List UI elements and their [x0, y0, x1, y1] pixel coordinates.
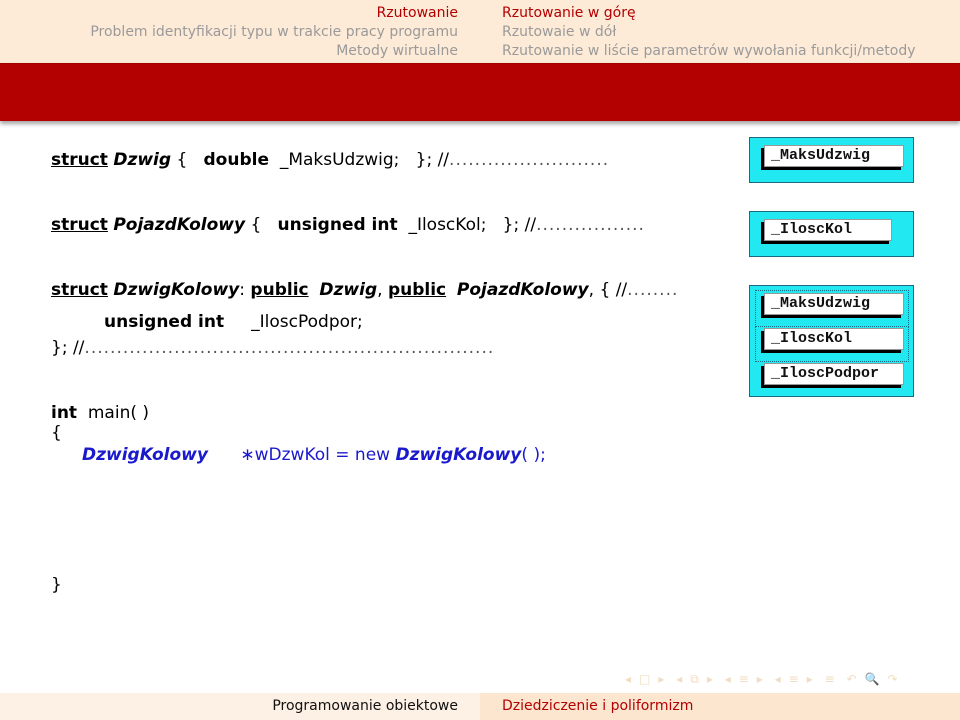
prev-section-icon[interactable]: ◂ [775, 672, 781, 686]
nav-subsection-w-gore[interactable]: Rzutowanie w górę [502, 4, 916, 23]
nav-subsection-w-dol[interactable]: Rzutowaie w dół [502, 23, 916, 42]
member-name: _MaksUdzwig; [279, 150, 400, 170]
keyword-struct: struct [51, 280, 108, 300]
footer-left: Programowanie obiektowe [0, 693, 480, 720]
nav-section-metody-wirtualne[interactable]: Metody wirtualne [90, 42, 458, 61]
member-type: double [203, 150, 269, 170]
next-section-icon[interactable]: ▸ [807, 672, 813, 686]
diagram-dzwig-kolowy: _MaksUdzwig _IloscKol _IloscPodpor [749, 285, 914, 397]
leader-dots: ................. [536, 215, 645, 235]
next-subsection-icon[interactable]: ▸ [757, 672, 763, 686]
colon: : [239, 280, 246, 300]
back-icon[interactable]: ↶ [847, 672, 857, 686]
title-bar [0, 63, 960, 121]
keyword-public: public [387, 280, 447, 300]
base-class: PojazdKolowy [456, 280, 589, 300]
forward-icon[interactable]: ↷ [888, 672, 898, 686]
code-line-dzwig-kolowy: struct DzwigKolowy: public Dzwig, public… [51, 280, 678, 300]
keyword-struct: struct [51, 215, 108, 235]
comma: , [377, 280, 383, 300]
footer: Programowanie obiektowe Dziedziczenie i … [0, 693, 960, 720]
keyword-int: int [51, 403, 78, 423]
close-brace: }; [415, 150, 433, 170]
code-main-open-brace: { [51, 423, 62, 443]
class-name: Dzwig [113, 150, 172, 170]
decl-type: DzwigKolowy [82, 445, 208, 465]
leader-dots: ........................................… [84, 338, 495, 358]
section-icon[interactable]: ≡ [789, 672, 799, 686]
code-line-dzwig: struct Dzwig { double _MaksUdzwig; }; //… [51, 150, 609, 170]
next-frame-icon[interactable]: ▸ [707, 672, 713, 686]
field-ilosc-kol: _IloscKol [764, 219, 892, 241]
close-brace: }; [502, 215, 520, 235]
ctor-call: ( ); [521, 445, 546, 465]
comment: // [615, 280, 628, 300]
code-line-close: }; //...................................… [51, 338, 494, 358]
footer-course-title: Programowanie obiektowe [272, 698, 458, 714]
field-maks-udzwig: _MaksUdzwig [764, 293, 904, 315]
field-ilosc-kol: _IloscKol [764, 328, 904, 350]
footer-right: Dziedziczenie i poliformizm [480, 693, 960, 720]
base-class: Dzwig [319, 280, 378, 300]
comma: , [588, 280, 595, 300]
footer-lecture-title: Dziedziczenie i poliformizm [502, 698, 694, 714]
decl-var: ∗wDzwKol = new [240, 445, 391, 465]
nav-section-rzutowanie[interactable]: Rzutowanie [90, 4, 458, 23]
toc-icon[interactable]: ≡ [825, 672, 835, 686]
nav-section-problem-identyfikacji[interactable]: Problem identyfikacji typu w trakcie pra… [90, 23, 458, 42]
ctor-name: DzwigKolowy [395, 445, 522, 465]
close-brace: }; [51, 338, 68, 358]
header-subsections: Rzutowanie w górę Rzutowaie w dół Rzutow… [502, 4, 916, 61]
field-maks-udzwig: _MaksUdzwig [764, 145, 904, 167]
frame-icon[interactable]: ⧉ [690, 672, 699, 686]
beamer-navigation: ◂ □ ▸ ◂ ⧉ ▸ ◂ ≡ ▸ ◂ ≡ ▸ ≡ ↶ 🔍 ↷ [625, 672, 955, 688]
member-type: unsigned int [104, 312, 225, 332]
leader-dots: ......................... [449, 150, 610, 170]
class-name: PojazdKolowy [113, 215, 246, 235]
field-ilosc-podpor: _IloscPodpor [764, 363, 904, 385]
keyword-public: public [250, 280, 309, 300]
subsection-icon[interactable]: ≡ [739, 672, 749, 686]
next-slide-icon[interactable]: ▸ [658, 672, 664, 686]
member-type: unsigned int [277, 215, 398, 235]
comment: // [524, 215, 537, 235]
header-sections: Rzutowanie Problem identyfikacji typu w … [90, 4, 458, 61]
code-line-pojazd: struct PojazdKolowy { unsigned int _Ilos… [51, 215, 645, 235]
function-name: main( ) [87, 403, 150, 423]
member-name: _IloscKol; [408, 215, 487, 235]
open-brace: { [250, 215, 262, 235]
open-brace: { [176, 150, 188, 170]
prev-frame-icon[interactable]: ◂ [676, 672, 682, 686]
diagram-pojazd-kolowy: _IloscKol [749, 211, 914, 257]
diagram-dzwig: _MaksUdzwig [749, 137, 914, 183]
comment: // [72, 338, 85, 358]
prev-slide-icon[interactable]: ◂ [625, 672, 631, 686]
code-main-close-brace: } [51, 575, 62, 595]
slide-icon[interactable]: □ [639, 672, 650, 686]
code-line-member: unsigned int _IloscPodpor; [104, 312, 363, 332]
comment: // [437, 150, 450, 170]
leader-dots: ........ [627, 280, 679, 300]
class-name: DzwigKolowy [113, 280, 240, 300]
nav-subsection-parametry[interactable]: Rzutowanie w liście parametrów wywołania… [502, 42, 916, 61]
open-brace: { [599, 280, 611, 300]
member-name: _IloscPodpor; [251, 312, 363, 332]
code-main-signature: int main( ) [51, 403, 149, 423]
search-icon[interactable]: 🔍 [865, 672, 880, 686]
code-main-statement: DzwigKolowy ∗wDzwKol = new DzwigKolowy( … [82, 445, 546, 465]
prev-subsection-icon[interactable]: ◂ [725, 672, 731, 686]
header-navigation: Rzutowanie Problem identyfikacji typu w … [0, 0, 960, 63]
keyword-struct: struct [51, 150, 108, 170]
